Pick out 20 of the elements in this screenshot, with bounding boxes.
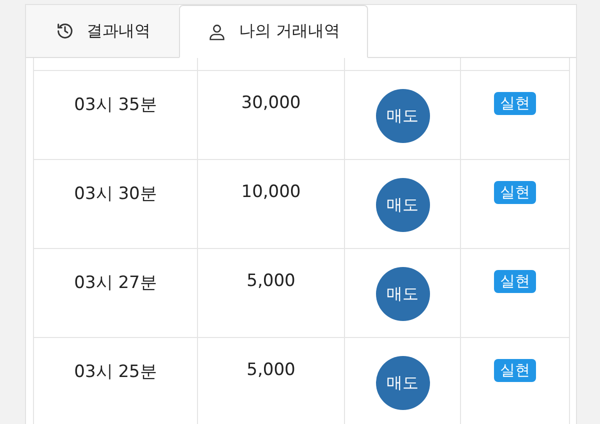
table-cell: 30,000 <box>241 93 301 113</box>
tab[interactable]: 나의 거래내역 <box>179 5 368 58</box>
table-cell-text: 03시 35분 <box>74 94 157 116</box>
sell-badge: 매도 <box>376 267 430 321</box>
table-cell: 5,000 <box>246 271 296 291</box>
status-badge: 실현 <box>494 270 536 293</box>
user-icon <box>206 22 227 42</box>
table-cell: 10,000 <box>241 182 301 202</box>
tab[interactable]: 결과내역 <box>26 5 179 58</box>
status-badge: 실현 <box>494 181 536 204</box>
table-cell: 5,000 <box>246 360 296 380</box>
history-icon <box>54 21 74 41</box>
table-cell-text: 03시 25분 <box>74 361 157 383</box>
table-cell-text: 03시 27분 <box>74 272 157 294</box>
sell-badge: 매도 <box>376 356 430 410</box>
status-badge: 실현 <box>494 92 536 115</box>
sell-badge: 매도 <box>376 89 430 143</box>
sell-badge: 매도 <box>376 178 430 232</box>
table-cell-text: 03시 30분 <box>74 183 157 205</box>
status-badge: 실현 <box>494 359 536 382</box>
